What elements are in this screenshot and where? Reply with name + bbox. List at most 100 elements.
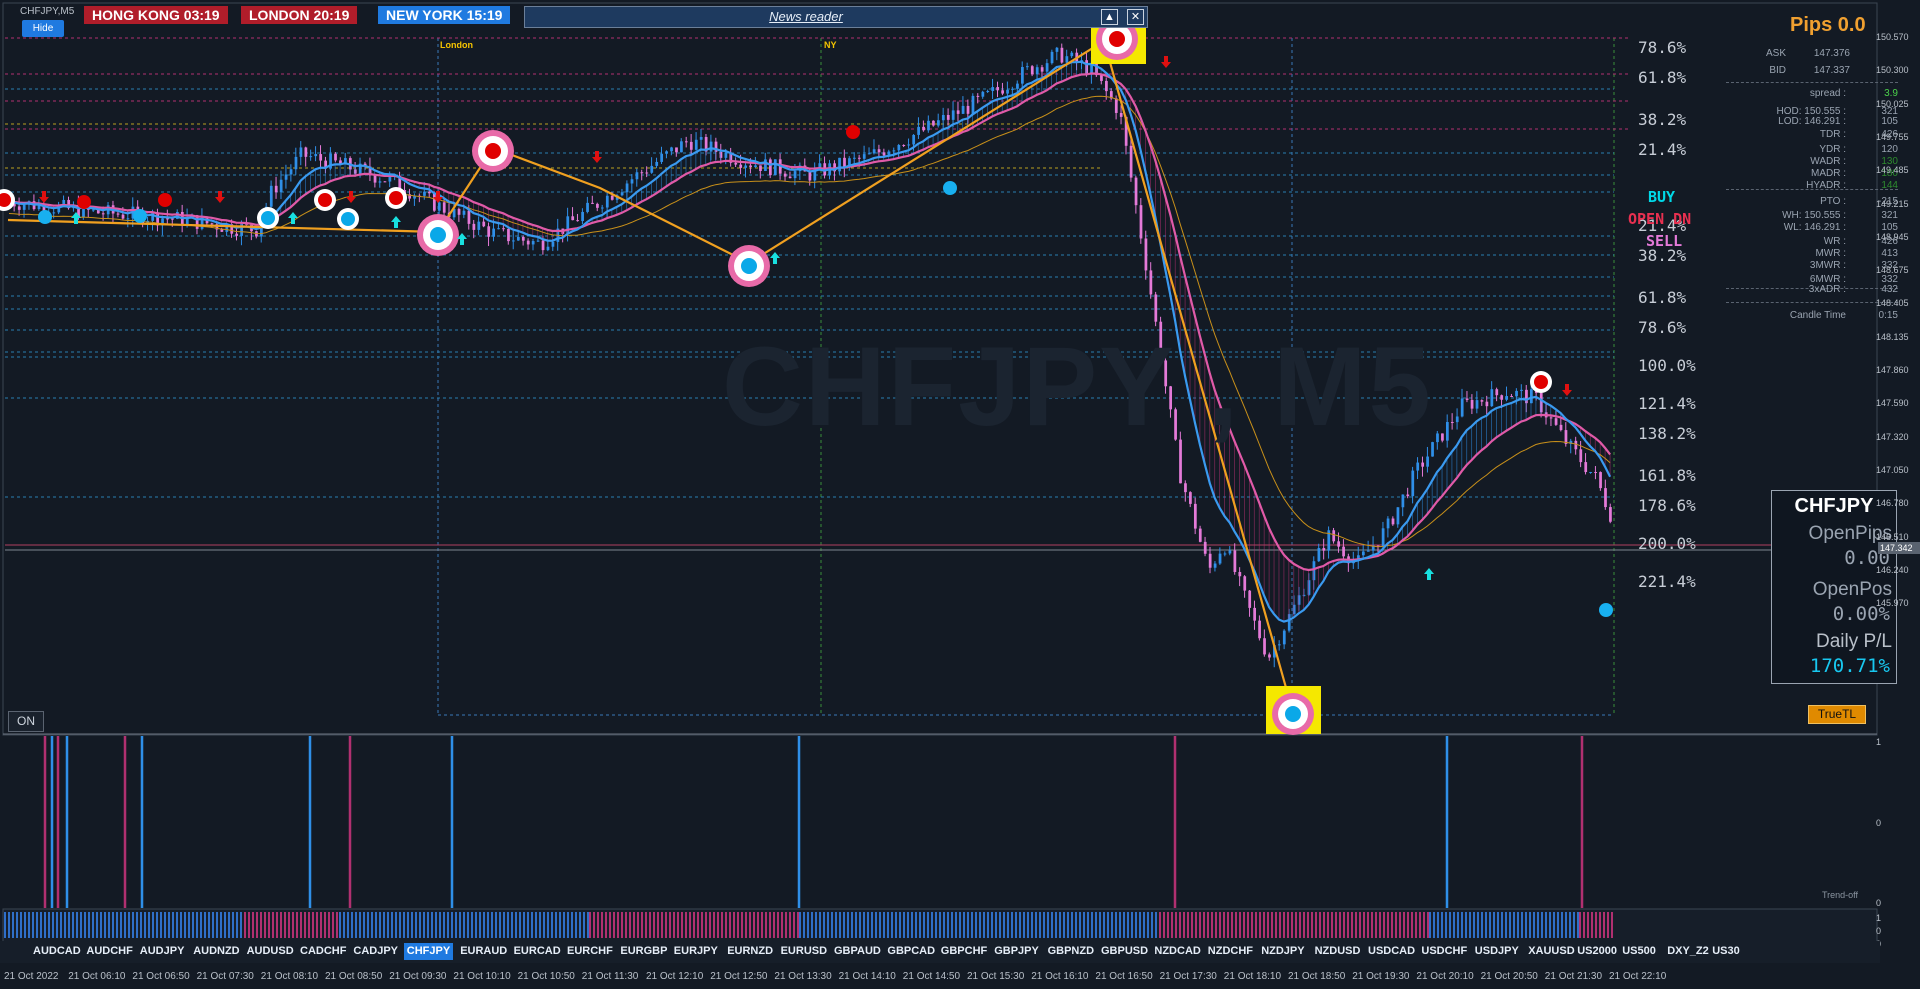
candle-body xyxy=(116,213,120,215)
up-arrow-icon xyxy=(391,216,401,228)
candle-body xyxy=(1198,528,1202,542)
news-reader-bar[interactable]: News reader ▲ ✕ xyxy=(524,6,1148,28)
candle-body xyxy=(699,137,703,140)
symbol-tab[interactable]: EURUSD xyxy=(778,943,830,960)
candle-body xyxy=(650,165,654,173)
candle-body xyxy=(1426,456,1429,467)
candle-body xyxy=(1520,389,1523,391)
candle-body xyxy=(1589,472,1593,474)
info-key: 3xADR : xyxy=(1808,284,1846,295)
candle-body xyxy=(373,175,377,183)
symbol-tab[interactable]: CADCHF xyxy=(297,943,349,960)
candle-body xyxy=(853,157,856,159)
candle-body xyxy=(1218,553,1222,564)
time-axis-label: 21 Oct 18:10 xyxy=(1223,971,1282,982)
symbol-tab[interactable]: GBPUSD xyxy=(1098,943,1151,960)
time-axis-label: 21 Oct 17:30 xyxy=(1159,971,1217,982)
candle-body xyxy=(1366,550,1370,552)
symbol-tab[interactable]: EURJPY xyxy=(671,943,721,960)
candle-body xyxy=(151,212,155,221)
candle-body xyxy=(1134,177,1138,206)
candle-body xyxy=(640,172,644,174)
symbol-tab[interactable]: EURCHF xyxy=(564,943,616,960)
candle-body xyxy=(526,240,530,245)
candle-body xyxy=(724,152,728,158)
candle-body xyxy=(576,220,580,222)
caret-up-icon[interactable]: ▲ xyxy=(1101,9,1118,25)
symbol-tab[interactable]: USDCHF xyxy=(1418,943,1470,960)
symbol-tab[interactable]: GBPJPY xyxy=(991,943,1042,960)
symbol-tab[interactable]: GBPNZD xyxy=(1045,943,1097,960)
candle-body xyxy=(284,174,288,180)
price-axis-label: 146.240 xyxy=(1876,564,1909,575)
candle-body xyxy=(966,105,970,114)
candle-body xyxy=(749,165,752,168)
symbol-tab[interactable]: AUDCAD xyxy=(30,943,84,960)
candle-body xyxy=(437,202,441,211)
symbol-tab[interactable]: EURGBP xyxy=(617,943,670,960)
daily-pl-label: Daily P/L xyxy=(1815,631,1892,652)
symbol-tab[interactable]: US500 xyxy=(1619,943,1659,960)
symbol-tab[interactable]: AUDNZD xyxy=(190,943,242,960)
symbol-tab[interactable]: DXY_Z2 xyxy=(1664,943,1712,960)
candle-body xyxy=(1436,433,1439,443)
candle-body xyxy=(877,149,881,153)
candle-body xyxy=(319,154,323,161)
info-value: 432 xyxy=(1881,284,1898,295)
candle-body xyxy=(694,139,698,150)
candle-body xyxy=(1307,580,1311,595)
symbol-tab[interactable]: USDJPY xyxy=(1472,943,1522,960)
symbol-tab[interactable]: NZDUSD xyxy=(1312,943,1364,960)
candle-body xyxy=(1297,595,1301,605)
truetl-button[interactable]: TrueTL xyxy=(1808,705,1866,724)
candle-body xyxy=(1233,550,1237,572)
candle-body xyxy=(1396,507,1400,525)
news-reader-title[interactable]: News reader xyxy=(525,7,1087,27)
symbol-tab[interactable]: US30 xyxy=(1709,943,1743,960)
info-key: WR : xyxy=(1823,236,1846,247)
candle-body xyxy=(1450,422,1454,424)
candle-body xyxy=(126,218,130,220)
symbol-tab[interactable]: CHFJPY xyxy=(403,943,454,960)
candle-body xyxy=(1263,638,1266,655)
symbol-tab[interactable]: GBPCHF xyxy=(938,943,990,960)
symbol-tab[interactable]: AUDCHF xyxy=(83,943,135,960)
fib-level-label: 221.4% xyxy=(1638,572,1696,591)
candle-body xyxy=(917,126,920,135)
candle-body xyxy=(269,185,273,207)
candle-body xyxy=(1604,488,1607,508)
candle-body xyxy=(1045,63,1049,72)
symbol-tab[interactable]: AUDUSD xyxy=(244,943,297,960)
symbol-tab[interactable]: EURNZD xyxy=(724,943,776,960)
on-button[interactable]: ON xyxy=(8,711,44,732)
candle-body xyxy=(1579,449,1583,463)
symbol-tab[interactable]: NZDCAD xyxy=(1151,943,1203,960)
symbol-tab[interactable]: CADJPY xyxy=(350,943,401,960)
candle-body xyxy=(1549,417,1553,419)
symbol-tab[interactable]: AUDJPY xyxy=(137,943,188,960)
symbol-tab[interactable]: NZDJPY xyxy=(1258,943,1307,960)
candle-body xyxy=(1035,67,1039,75)
symbol-tab[interactable]: EURAUD xyxy=(457,943,510,960)
candle-body xyxy=(442,202,446,213)
symbol-tab[interactable]: XAUUSD xyxy=(1525,943,1577,960)
candle-body xyxy=(1594,472,1597,474)
candle-body xyxy=(600,207,604,209)
chart-canvas[interactable] xyxy=(0,0,1920,989)
time-axis-label: 21 Oct 14:50 xyxy=(902,971,961,982)
blue-dot xyxy=(38,210,52,224)
symbol-tab[interactable]: GBPCAD xyxy=(884,943,938,960)
symbol-tab[interactable]: US2000 xyxy=(1574,943,1620,960)
symbol-tab[interactable]: USDCAD xyxy=(1365,943,1418,960)
candle-body xyxy=(1189,492,1192,504)
close-icon[interactable]: ✕ xyxy=(1127,9,1144,25)
candle-body xyxy=(1144,238,1148,271)
time-axis-label: 21 Oct 06:50 xyxy=(132,971,190,982)
hide-button[interactable]: Hide xyxy=(22,20,64,37)
symbol-tab[interactable]: GBPAUD xyxy=(831,943,884,960)
info-key: MWR : xyxy=(1815,248,1846,259)
symbol-tab[interactable]: EURCAD xyxy=(511,943,564,960)
symbol-tab[interactable]: NZDCHF xyxy=(1205,943,1256,960)
candle-body xyxy=(1208,553,1212,568)
sell-dot-marker xyxy=(389,191,403,205)
